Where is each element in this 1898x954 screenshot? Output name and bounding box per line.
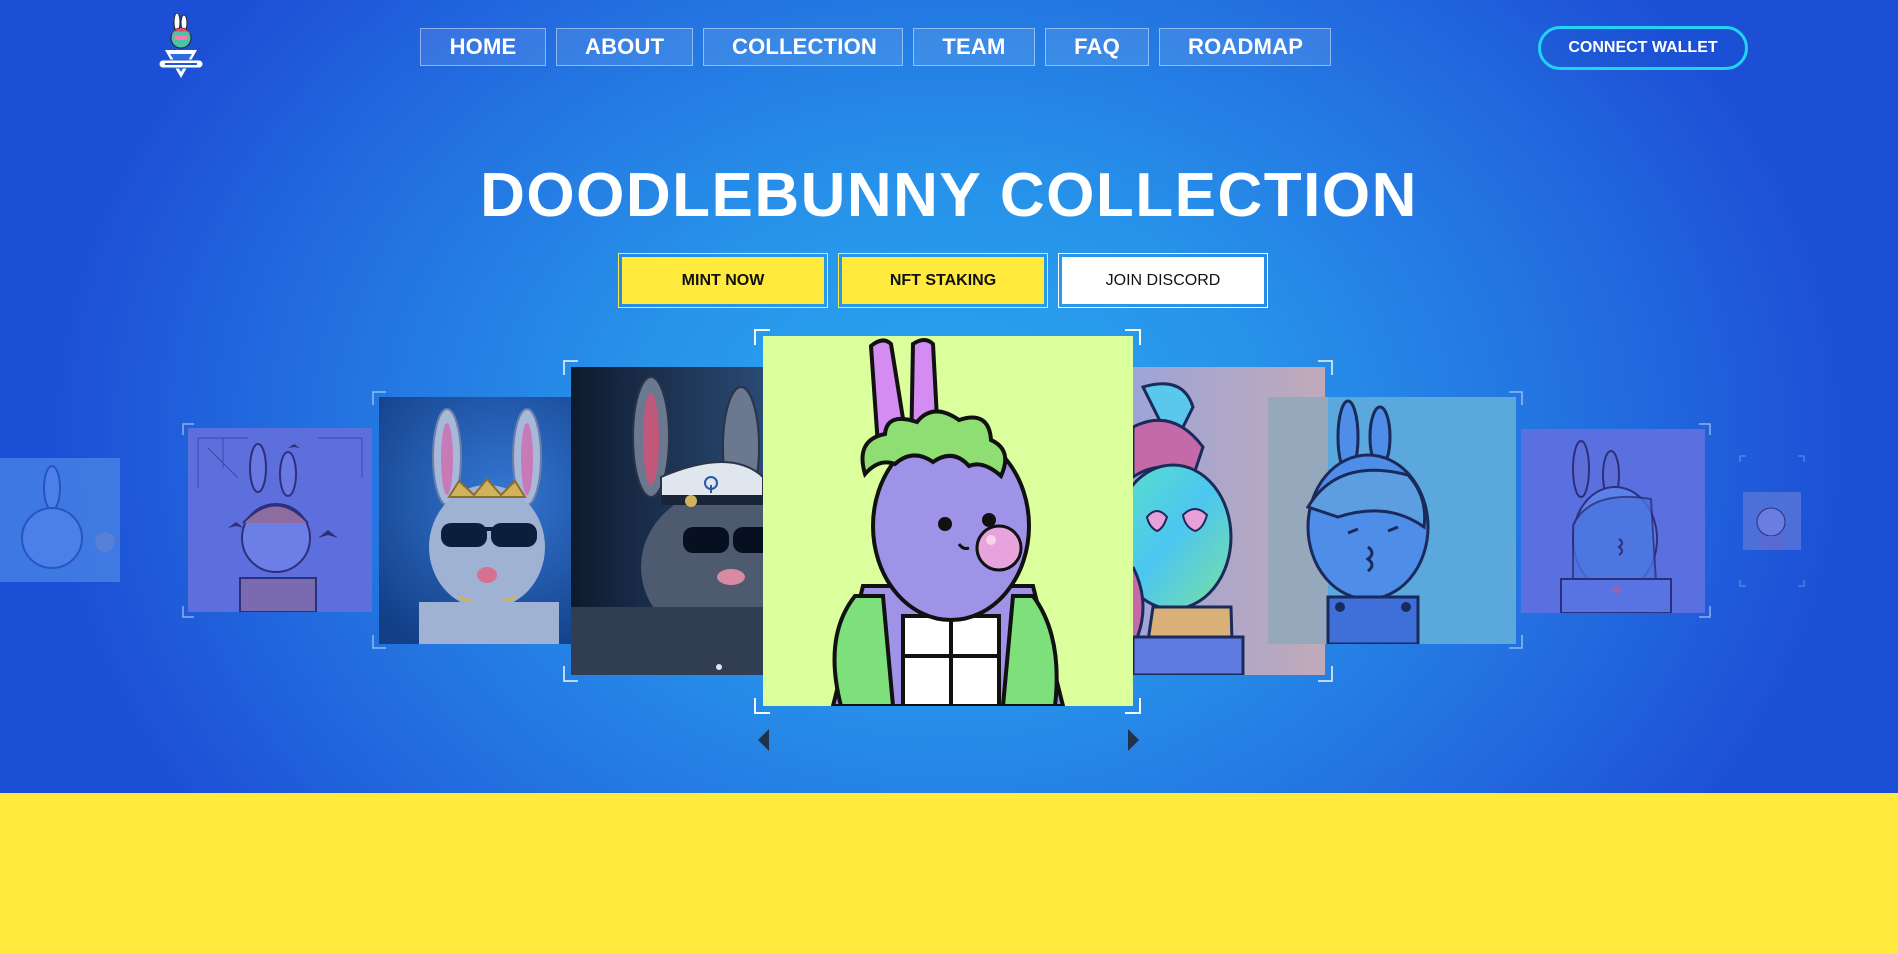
arrow-right-icon[interactable] [1128,729,1139,751]
arrow-left-icon[interactable] [758,729,769,751]
yellow-band [0,793,1898,954]
hero-section: HOME ABOUT COLLECTION TEAM FAQ ROADMAP C… [0,0,1898,793]
carousel-frame-brackets [182,329,1805,714]
